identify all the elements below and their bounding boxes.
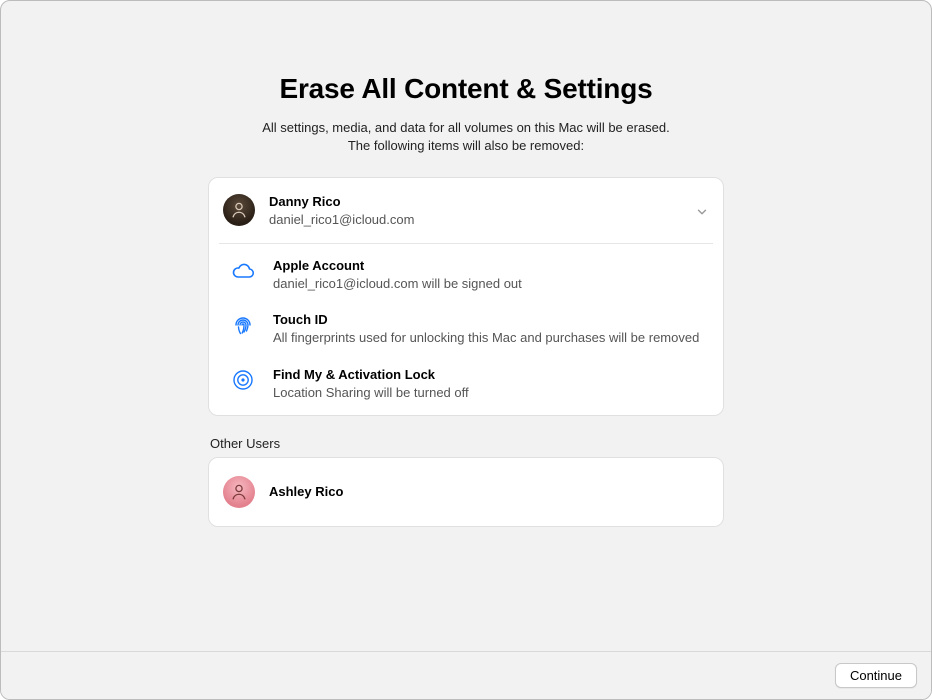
avatar — [223, 476, 255, 508]
apple-account-row: Apple Account daniel_rico1@icloud.com wi… — [209, 248, 723, 302]
apple-account-text: Apple Account daniel_rico1@icloud.com wi… — [273, 258, 705, 292]
primary-user-name: Danny Rico — [269, 194, 681, 211]
other-users-card: Ashley Rico — [208, 457, 724, 527]
apple-account-title: Apple Account — [273, 258, 705, 275]
touch-id-row: Touch ID All fingerprints used for unloc… — [209, 302, 723, 356]
continue-button[interactable]: Continue — [835, 663, 917, 688]
page-subtitle: All settings, media, and data for all vo… — [262, 119, 670, 155]
find-my-title: Find My & Activation Lock — [273, 367, 705, 384]
erase-assistant-window: Erase All Content & Settings All setting… — [0, 0, 932, 700]
other-users-label: Other Users — [208, 436, 724, 451]
content-area: Erase All Content & Settings All setting… — [1, 1, 931, 651]
primary-user-text: Danny Rico daniel_rico1@icloud.com — [269, 194, 681, 228]
cloud-icon — [227, 258, 259, 290]
find-my-detail: Location Sharing will be turned off — [273, 384, 705, 402]
other-user-name: Ashley Rico — [269, 484, 709, 501]
primary-user-row[interactable]: Danny Rico daniel_rico1@icloud.com — [219, 182, 713, 243]
find-my-text: Find My & Activation Lock Location Shari… — [273, 367, 705, 401]
chevron-down-icon — [695, 205, 709, 219]
find-my-row: Find My & Activation Lock Location Shari… — [209, 357, 723, 411]
page-title: Erase All Content & Settings — [280, 73, 653, 105]
apple-account-detail: daniel_rico1@icloud.com will be signed o… — [273, 275, 705, 293]
avatar — [223, 194, 255, 226]
touch-id-text: Touch ID All fingerprints used for unloc… — [273, 312, 705, 346]
touch-id-title: Touch ID — [273, 312, 705, 329]
other-user-row: Ashley Rico — [209, 462, 723, 522]
primary-user-card: Danny Rico daniel_rico1@icloud.com Apple… — [208, 177, 724, 416]
primary-user-email: daniel_rico1@icloud.com — [269, 211, 681, 229]
touch-id-detail: All fingerprints used for unlocking this… — [273, 329, 705, 347]
other-user-text: Ashley Rico — [269, 484, 709, 501]
findmy-icon — [227, 367, 259, 399]
fingerprint-icon — [227, 312, 259, 344]
footer-bar: Continue — [1, 651, 931, 699]
